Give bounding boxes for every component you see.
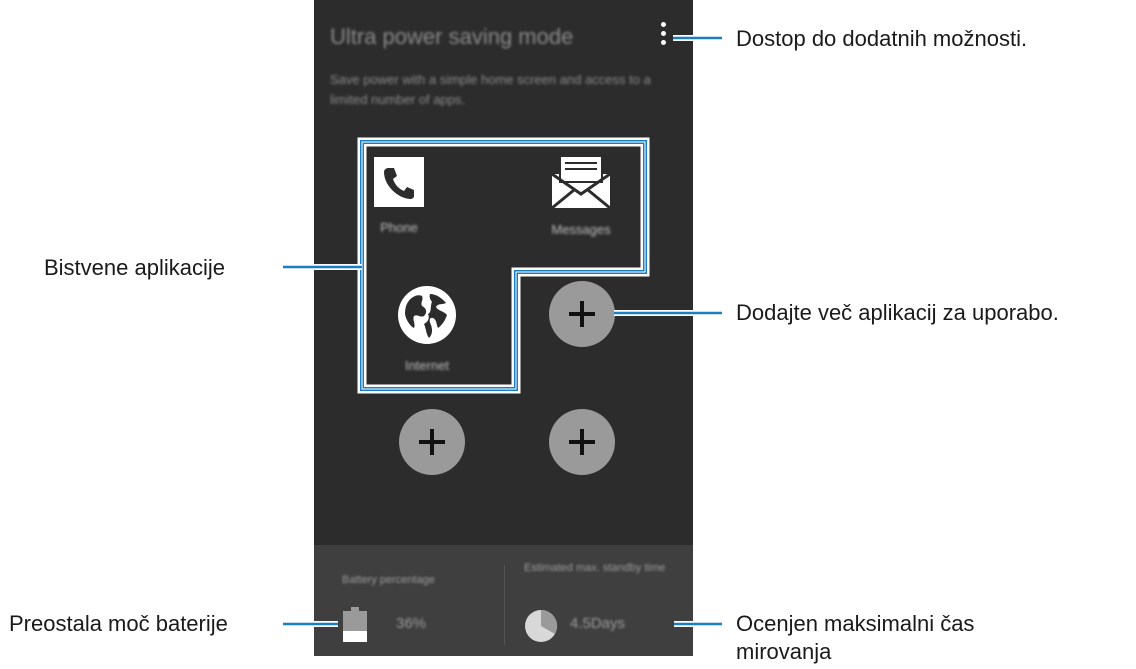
battery-icon <box>343 607 367 642</box>
app-label-internet: Internet <box>404 358 450 373</box>
add-app-button-1[interactable] <box>549 281 615 347</box>
app-label-phone: Phone <box>380 220 418 235</box>
standby-value: 4.5Days <box>570 615 626 632</box>
callout-add-apps: Dodajte več aplikacij za uporabo. <box>736 300 1059 325</box>
phone-screen: Ultra power saving mode Save power with … <box>314 0 693 656</box>
callout-standby-line2: mirovanja <box>736 639 832 664</box>
battery-label: Battery percentage <box>342 574 435 586</box>
standby-label: Estimated max. standby time <box>524 562 666 574</box>
plus-icon <box>569 301 595 327</box>
app-label-messages: Messages <box>551 222 611 237</box>
callout-battery: Preostala moč baterije <box>9 611 228 636</box>
plus-icon <box>419 429 445 455</box>
add-app-button-2[interactable] <box>399 409 465 475</box>
battery-value: 36% <box>396 615 427 632</box>
callout-menu: Dostop do dodatnih možnosti. <box>736 26 1028 51</box>
callout-standby-line1: Ocenjen maksimalni čas <box>736 611 975 636</box>
screen-title: Ultra power saving mode <box>330 24 574 49</box>
status-panel: Battery percentage 36% Estimated max. st… <box>314 545 693 656</box>
app-messages[interactable]: Messages <box>516 154 646 237</box>
envelope-icon <box>551 155 611 210</box>
app-phone[interactable]: Phone <box>334 156 464 235</box>
callout-essential-apps: Bistvene aplikacije <box>44 255 225 280</box>
screen-description: Save power with a simple home screen and… <box>330 72 651 107</box>
plus-icon <box>569 429 595 455</box>
globe-icon <box>398 286 456 344</box>
more-options-icon[interactable] <box>654 20 674 48</box>
add-app-button-3[interactable] <box>549 409 615 475</box>
app-internet[interactable]: Internet <box>362 284 492 373</box>
pie-clock-icon <box>525 609 558 642</box>
phone-icon <box>374 157 424 207</box>
panel-divider <box>504 565 505 645</box>
